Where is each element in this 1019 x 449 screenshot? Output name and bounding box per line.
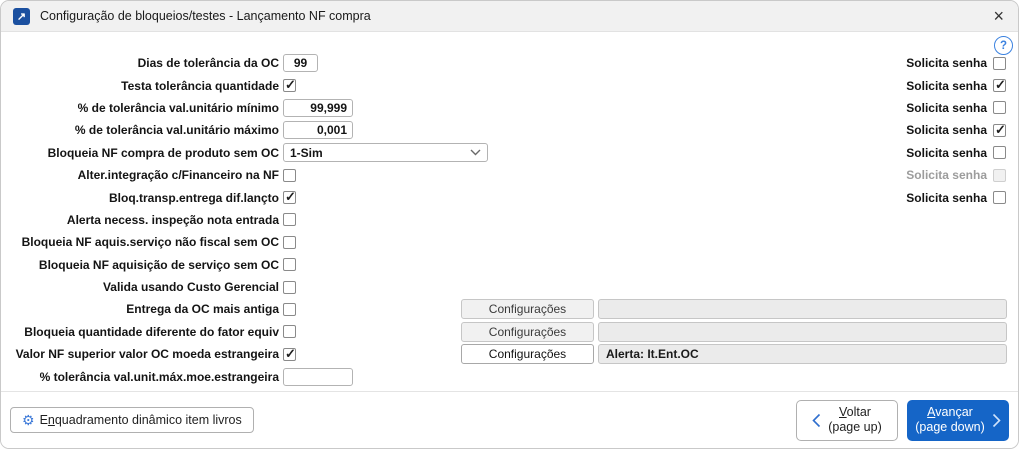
configuracoes-button-1[interactable]: Configurações — [461, 299, 594, 320]
close-icon[interactable]: × — [991, 7, 1006, 25]
solicita-senha-label: Solicita senha — [906, 190, 987, 205]
voltar-button[interactable]: Voltar (page up) — [796, 399, 898, 441]
field-label: Alerta necess. inspeção nota entrada — [66, 212, 279, 227]
dialog-window: ↗ Configuração de bloqueios/testes - Lan… — [0, 0, 1019, 449]
bloqueia-nf-compra-sem-oc-select[interactable]: 1-Sim — [283, 143, 488, 163]
field-label: % de tolerância val.unitário máximo — [74, 123, 279, 138]
form-row: Dias de tolerância da OC Solicita senha — [5, 52, 1018, 74]
bloqueia-qtd-fator-equiv-checkbox[interactable] — [283, 325, 296, 339]
form-row: % de tolerância val.unitário mínimo Soli… — [5, 97, 1018, 119]
form-row: % tolerância val.unit.máx.moe.estrangeir… — [5, 365, 1018, 387]
select-value: 1-Sim — [290, 145, 323, 160]
tolerancia-val-unitario-minimo-input[interactable] — [283, 98, 353, 117]
form-row: Valida usando Custo Gerencial — [5, 276, 1018, 298]
field-label: Valor NF superior valor OC moeda estrang… — [15, 347, 279, 362]
config-group: Configurações Alerta: It.Ent.OC — [461, 344, 1007, 365]
solicita-senha-group: Solicita senha — [906, 97, 1006, 119]
valida-custo-gerencial-checkbox[interactable] — [283, 280, 296, 294]
voltar-label: Voltar (page up) — [828, 405, 882, 434]
configuracoes-button-3[interactable]: Configurações — [461, 344, 594, 365]
form-row: Alerta necess. inspeção nota entrada — [5, 209, 1018, 231]
enquadramento-label: Enquadramento dinâmico item livros — [39, 412, 242, 427]
form-row: Bloqueia NF aquisição de serviço sem OC — [5, 254, 1018, 276]
field-label: Bloqueia quantidade diferente do fator e… — [24, 324, 279, 339]
testa-tolerancia-quantidade-checkbox[interactable] — [283, 77, 296, 93]
entrega-oc-mais-antiga-checkbox[interactable] — [283, 302, 296, 316]
solicita-senha-group: Solicita senha — [906, 119, 1006, 141]
form-row: % de tolerância val.unitário máximo Soli… — [5, 119, 1018, 141]
window-title: Configuração de bloqueios/testes - Lança… — [40, 9, 371, 23]
bloqueia-nf-aquis-servico-nao-fiscal-checkbox[interactable] — [283, 235, 296, 249]
enquadramento-dinamico-button[interactable]: ⚙ Enquadramento dinâmico item livros — [10, 407, 254, 433]
avancar-button[interactable]: Avançar (page down) — [907, 399, 1009, 441]
form-row: Valor NF superior valor OC moeda estrang… — [5, 343, 1018, 365]
field-label: Entrega da OC mais antiga — [126, 302, 279, 317]
solicita-senha-label: Solicita senha — [906, 56, 987, 71]
solicita-senha-label: Solicita senha — [906, 123, 987, 138]
form-row: Entrega da OC mais antiga Configurações — [5, 298, 1018, 320]
form-row: Alter.integração c/Financeiro na NF Soli… — [5, 164, 1018, 186]
solicita-senha-group: Solicita senha — [906, 74, 1006, 96]
solicita-senha-group: Solicita senha — [906, 186, 1006, 208]
footer: ⚙ Enquadramento dinâmico item livros Vol… — [1, 391, 1018, 448]
chevron-right-icon — [992, 413, 1001, 427]
solicita-senha-checkbox-3[interactable] — [993, 101, 1006, 115]
field-label: Alter.integração c/Financeiro na NF — [77, 168, 279, 183]
bloq-transp-entrega-checkbox[interactable] — [283, 189, 296, 205]
tolerancia-moe-estrangeira-input[interactable] — [283, 367, 353, 386]
form-row: Bloqueia quantidade diferente do fator e… — [5, 321, 1018, 343]
form-row: Testa tolerância quantidade Solicita sen… — [5, 74, 1018, 96]
field-label: Bloqueia NF compra de produto sem OC — [47, 145, 279, 160]
solicita-senha-checkbox-1[interactable] — [993, 56, 1006, 70]
field-label: Bloq.transp.entrega dif.lançto — [108, 190, 279, 205]
app-icon: ↗ — [13, 7, 30, 25]
field-label: % tolerância val.unit.máx.moe.estrangeir… — [39, 369, 279, 384]
field-label: % de tolerância val.unitário mínimo — [77, 100, 279, 115]
chevron-left-icon — [812, 413, 821, 427]
solicita-senha-group: Solicita senha — [906, 142, 1006, 164]
config-group: Configurações — [461, 299, 1007, 320]
solicita-senha-label: Solicita senha — [906, 145, 987, 160]
bloqueia-nf-aquisicao-servico-checkbox[interactable] — [283, 258, 296, 272]
solicita-senha-group: Solicita senha — [906, 164, 1006, 186]
avancar-label: Avançar (page down) — [915, 405, 985, 434]
solicita-senha-checkbox-6 — [993, 168, 1006, 182]
solicita-senha-label: Solicita senha — [906, 78, 987, 93]
form-row: Bloq.transp.entrega dif.lançto Solicita … — [5, 186, 1018, 208]
dialog-body: ? Dias de tolerância da OC Solicita senh… — [1, 32, 1018, 394]
config-field-1 — [598, 299, 1007, 320]
solicita-senha-group: Solicita senha — [906, 52, 1006, 74]
solicita-senha-checkbox-2[interactable] — [993, 77, 1006, 93]
field-label: Bloqueia NF aquis.serviço não fiscal sem… — [21, 235, 279, 250]
alter-integracao-financeiro-checkbox[interactable] — [283, 168, 296, 182]
config-field-2 — [598, 321, 1007, 342]
chevron-down-icon — [470, 149, 481, 156]
field-label: Dias de tolerância da OC — [137, 56, 279, 71]
solicita-senha-checkbox-4[interactable] — [993, 122, 1006, 138]
config-group: Configurações — [461, 321, 1007, 342]
config-field-3: Alerta: It.Ent.OC — [598, 344, 1007, 365]
form: Dias de tolerância da OC Solicita senha … — [1, 32, 1018, 388]
field-label: Valida usando Custo Gerencial — [102, 280, 279, 295]
solicita-senha-label: Solicita senha — [906, 100, 987, 115]
title-bar: ↗ Configuração de bloqueios/testes - Lan… — [1, 1, 1018, 32]
field-label: Bloqueia NF aquisição de serviço sem OC — [38, 257, 279, 272]
solicita-senha-checkbox-7[interactable] — [993, 191, 1006, 205]
form-row: Bloqueia NF compra de produto sem OC 1-S… — [5, 142, 1018, 164]
alerta-inspecao-nota-entrada-checkbox[interactable] — [283, 213, 296, 227]
tolerancia-val-unitario-maximo-input[interactable] — [283, 121, 353, 140]
solicita-senha-checkbox-5[interactable] — [993, 146, 1006, 160]
gears-icon: ⚙ — [22, 412, 35, 428]
configuracoes-button-2[interactable]: Configurações — [461, 321, 594, 342]
form-row: Bloqueia NF aquis.serviço não fiscal sem… — [5, 231, 1018, 253]
valor-nf-superior-oc-moeda-checkbox[interactable] — [283, 346, 296, 362]
solicita-senha-label: Solicita senha — [906, 168, 987, 183]
field-label: Testa tolerância quantidade — [121, 78, 279, 93]
dias-tolerancia-oc-input[interactable] — [283, 54, 318, 73]
